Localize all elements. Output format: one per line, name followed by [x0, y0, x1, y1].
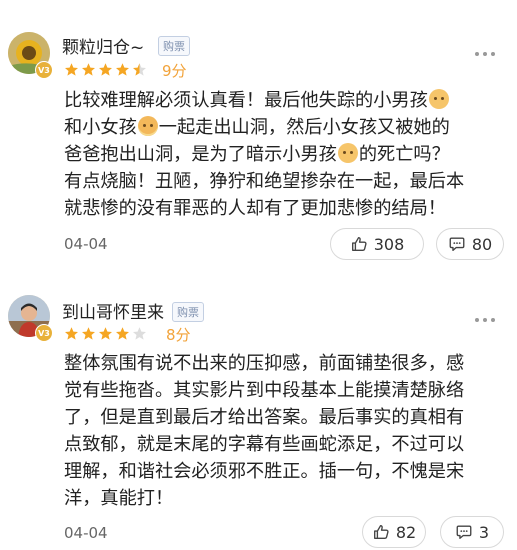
comment-count: 80 — [471, 234, 493, 254]
star-icon — [81, 326, 96, 341]
boy-emoji-icon — [337, 143, 358, 163]
like-count: 82 — [395, 522, 417, 542]
content-line: 就悲惨的没有罪恶的人却有了更加悲惨的结局！ — [64, 198, 446, 219]
ticket-purchased-tag: 购票 — [172, 302, 204, 322]
comment-button[interactable]: 3 — [440, 516, 504, 548]
content-text: 和小女孩 — [64, 117, 137, 138]
like-button[interactable]: 308 — [330, 228, 424, 260]
score: 8分 — [166, 326, 191, 344]
content-line: 理解，和谐社会必须邪不胜正。插一句，不愧是宋 — [64, 461, 465, 482]
content-line: 整体氛围有说不出来的压抑感，前面铺垫很多，感 — [64, 353, 465, 374]
like-count: 308 — [373, 234, 405, 254]
content-line: 爸爸抱出山洞，是为了暗示小男孩 的死亡吗？ — [64, 141, 504, 168]
content-line: 觉有些拖沓。其实影片到中段基本上能摸清楚脉络 — [64, 380, 465, 401]
content-line: 和小女孩 一起走出山洞，然后小女孩又被她的 — [64, 114, 504, 141]
comment-button[interactable]: 80 — [436, 228, 504, 260]
girl-emoji-icon — [137, 116, 158, 136]
comment-count: 3 — [478, 522, 490, 542]
content-line: 有点烧脑！丑陋，狰狞和绝望掺杂在一起，最后本 — [64, 171, 465, 192]
star-icon — [115, 326, 130, 341]
review-card: V3 到山哥怀里来 购票 8分 整体氛围有说不出来的压抑感，前面铺垫很多，感 觉… — [0, 280, 517, 550]
username[interactable]: 颗粒归仓~ — [62, 33, 144, 58]
more-options-icon[interactable] — [475, 52, 495, 56]
score: 9分 — [162, 62, 187, 80]
star-icon — [132, 62, 147, 77]
level-badge: V3 — [35, 61, 53, 79]
star-rating — [64, 326, 147, 341]
comment-icon — [449, 237, 465, 251]
like-button[interactable]: 82 — [362, 516, 426, 548]
thumbs-up-icon — [373, 525, 389, 539]
review-date: 04-04 — [64, 235, 108, 253]
content-line: 点致郁，就是末尾的字幕有些画蛇添足，不过可以 — [64, 434, 465, 455]
content-text: 的死亡吗？ — [358, 144, 450, 165]
content-text: 爸爸抱出山洞，是为了暗示小男孩 — [64, 144, 337, 165]
content-line: 了，但是直到最后才给出答案。最后事实的真相有 — [64, 407, 465, 428]
content-text: 比较难理解必须认真看！最后他失踪的小男孩 — [64, 90, 428, 111]
star-icon — [98, 62, 113, 77]
thumbs-up-icon — [351, 237, 367, 251]
comment-icon — [456, 525, 472, 539]
review-content: 整体氛围有说不出来的压抑感，前面铺垫很多，感 觉有些拖沓。其实影片到中段基本上能… — [64, 350, 514, 512]
star-icon — [64, 62, 79, 77]
boy-emoji-icon — [428, 89, 449, 109]
star-icon — [81, 62, 96, 77]
star-rating — [64, 62, 147, 77]
level-badge: V3 — [35, 324, 53, 342]
content-text: 一起走出山洞，然后小女孩又被她的 — [158, 117, 450, 138]
content-line: 洋，真能打！ — [64, 488, 174, 509]
review-date: 04-04 — [64, 524, 108, 542]
ticket-purchased-tag: 购票 — [158, 36, 190, 56]
star-icon — [132, 326, 147, 341]
content-line: 比较难理解必须认真看！最后他失踪的小男孩 — [64, 87, 504, 114]
star-icon — [64, 326, 79, 341]
username[interactable]: 到山哥怀里来 — [62, 298, 164, 323]
more-options-icon[interactable] — [475, 318, 495, 322]
star-icon — [115, 62, 130, 77]
review-card: V3 颗粒归仓~ 购票 9分 比较难理解必须认真看！最后他失踪的小男孩 和小女孩… — [0, 0, 517, 280]
star-icon — [98, 326, 113, 341]
review-content: 比较难理解必须认真看！最后他失踪的小男孩 和小女孩 一起走出山洞，然后小女孩又被她… — [64, 87, 504, 222]
